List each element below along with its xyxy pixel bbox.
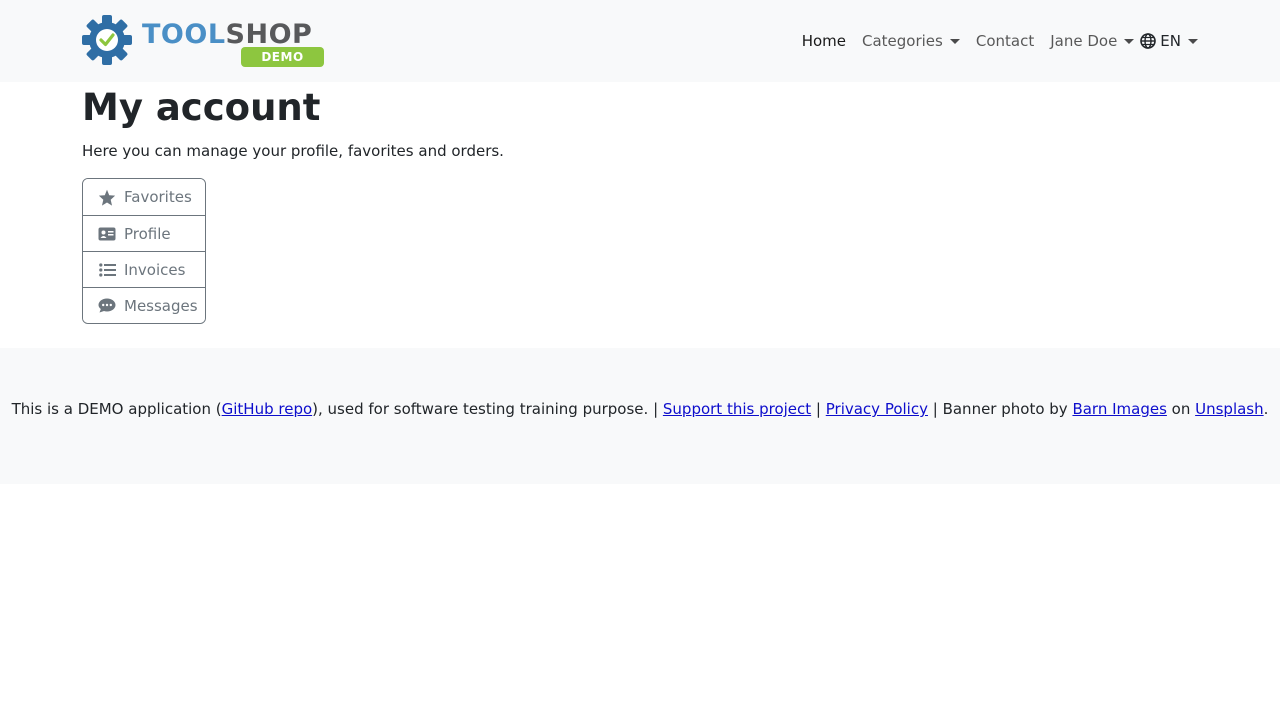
invoices-button[interactable]: Invoices (83, 251, 205, 287)
nav-language-dropdown[interactable]: EN (1140, 32, 1198, 50)
logo-word-tool: TOOL (142, 19, 226, 50)
main-nav: Home Categories Contact Jane Doe EN (802, 29, 1198, 53)
messages-button[interactable]: Messages (83, 287, 205, 323)
logo-demo-badge: DEMO (241, 47, 324, 67)
github-repo-link[interactable]: GitHub repo (222, 400, 313, 418)
footer-text: This is a DEMO application (GitHub repo)… (0, 398, 1280, 420)
comment-icon (98, 298, 116, 314)
account-menu: Favorites Profile Invoices Messages (82, 178, 206, 324)
chevron-down-icon (1124, 38, 1135, 44)
nav-categories-label: Categories (862, 32, 943, 50)
footer: This is a DEMO application (GitHub repo)… (0, 348, 1280, 484)
unsplash-link[interactable]: Unsplash (1195, 400, 1264, 418)
footer-text-part: | Banner photo by (927, 400, 1073, 418)
profile-label: Profile (124, 224, 171, 243)
invoices-label: Invoices (124, 260, 186, 279)
logo-word-shop: SHOP (225, 19, 313, 50)
nav-home[interactable]: Home (802, 32, 846, 50)
support-project-link[interactable]: Support this project (663, 400, 811, 418)
toolshop-logo[interactable]: TOOLSHOP DEMO (82, 13, 328, 69)
barn-images-link[interactable]: Barn Images (1072, 400, 1166, 418)
nav-categories-dropdown[interactable]: Categories (862, 32, 960, 50)
footer-text-part: on (1166, 400, 1196, 418)
id-card-icon (98, 226, 116, 242)
nav-contact[interactable]: Contact (976, 32, 1034, 50)
globe-icon (1140, 33, 1157, 49)
logo-wordmark: TOOLSHOP (142, 21, 312, 48)
nav-user-menu[interactable]: Jane Doe (1050, 32, 1135, 50)
page-subtitle: Here you can manage your profile, favori… (82, 142, 504, 160)
footer-text-part: . (1263, 400, 1269, 418)
star-icon (98, 189, 116, 206)
chevron-down-icon (1188, 38, 1198, 44)
footer-text-part: ), used for software testing training pu… (312, 400, 663, 418)
messages-label: Messages (124, 296, 198, 315)
nav-contact-label: Contact (975, 32, 1035, 50)
nav-language-label: EN (1160, 32, 1181, 50)
profile-button[interactable]: Profile (83, 215, 205, 251)
list-icon (98, 262, 116, 278)
favorites-label: Favorites (124, 188, 192, 206)
footer-separator: | (811, 400, 826, 418)
nav-user-label: Jane Doe (1050, 32, 1118, 50)
navbar: TOOLSHOP DEMO Home Categories Contact Ja… (0, 0, 1280, 82)
page-title: My account (82, 86, 321, 129)
gear-logo-icon (82, 15, 132, 65)
favorites-button[interactable]: Favorites (83, 179, 205, 215)
nav-home-label: Home (801, 32, 846, 50)
chevron-down-icon (949, 38, 960, 44)
privacy-policy-link[interactable]: Privacy Policy (826, 400, 928, 418)
footer-text-part: This is a DEMO application ( (11, 400, 222, 418)
